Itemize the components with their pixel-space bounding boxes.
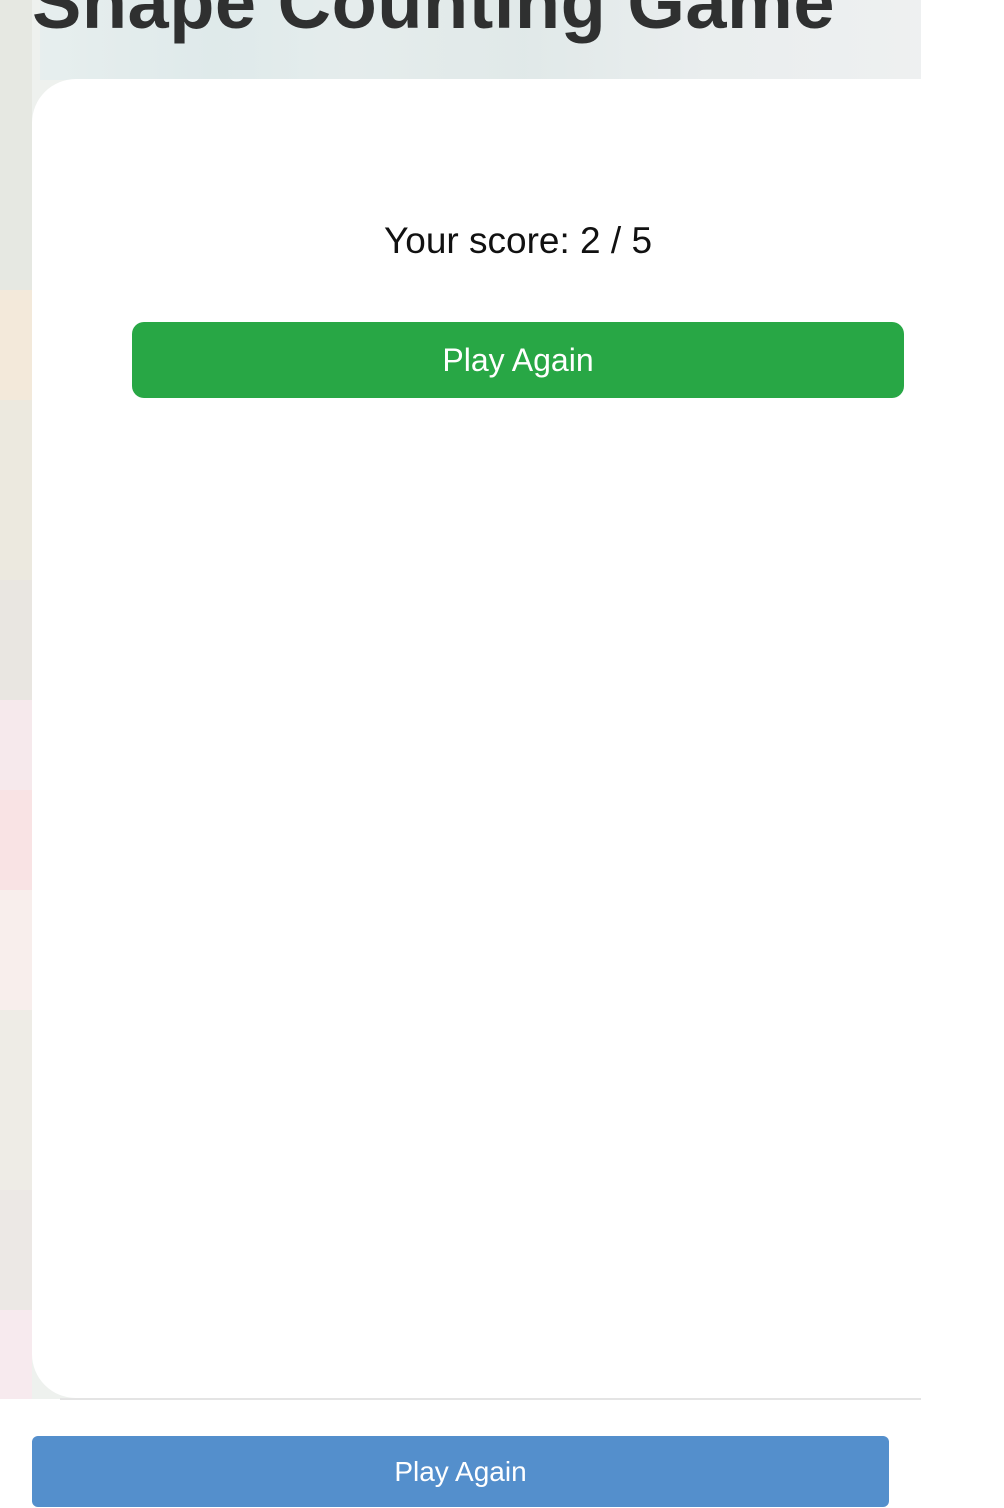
background-tile [0,400,32,580]
background-tile [0,790,32,890]
results-card [32,79,921,1398]
background-tile [0,0,32,290]
card-divider [60,1398,921,1400]
background-tile [0,1010,32,1190]
background-tile [0,290,32,400]
game-page: Shape Counting Game Your score: 2 / 5 Pl… [0,0,1004,1508]
background-tile [0,1190,32,1310]
background-tile [0,580,32,700]
background-tile [0,890,32,1010]
background-tile [0,700,32,790]
page-title: Shape Counting Game [32,0,836,44]
play-again-button[interactable]: Play Again [132,322,904,398]
background-tile [0,1310,32,1399]
play-again-footer-button[interactable]: Play Again [32,1436,889,1507]
score-text: Your score: 2 / 5 [383,220,653,261]
